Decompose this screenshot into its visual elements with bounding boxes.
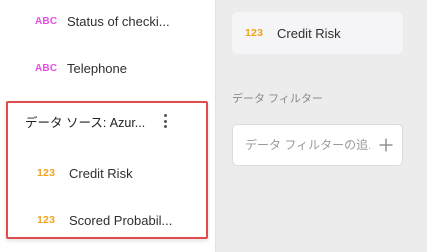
numeric-type-icon: 123 (245, 27, 264, 39)
selected-field-label: Credit Risk (277, 25, 341, 41)
selected-field-chip[interactable]: 123 Credit Risk (232, 12, 403, 54)
field-item-telephone[interactable]: ABC Telephone (0, 51, 210, 85)
text-type-icon: ABC (35, 62, 58, 74)
data-filter-section-label: データ フィルター (232, 93, 323, 105)
data-source-group: データ ソース: Azur... 123 Credit Risk 123 Sco… (6, 101, 208, 239)
plus-icon[interactable] (378, 137, 394, 153)
data-filter-field[interactable] (232, 124, 403, 166)
data-filter-input[interactable] (245, 138, 370, 152)
field-item-scored-probability[interactable]: 123 Scored Probabil... (2, 203, 212, 237)
field-item-credit-risk[interactable]: 123 Credit Risk (2, 156, 212, 190)
data-source-title: データ ソース: Azur... (25, 115, 146, 130)
text-type-icon: ABC (35, 15, 58, 27)
numeric-type-icon: 123 (37, 167, 56, 179)
field-label: Credit Risk (69, 165, 133, 181)
field-label: Telephone (67, 60, 127, 76)
field-label: Status of checki... (67, 13, 170, 29)
field-label: Scored Probabil... (69, 212, 173, 228)
field-item-status-of-checking[interactable]: ABC Status of checki... (0, 4, 210, 38)
kebab-menu-icon[interactable] (158, 112, 172, 130)
fields-panel: ABC Status of checki... ABC Telephone デー… (0, 0, 216, 252)
numeric-type-icon: 123 (37, 214, 56, 226)
data-source-header[interactable]: データ ソース: Azur... (8, 103, 206, 139)
